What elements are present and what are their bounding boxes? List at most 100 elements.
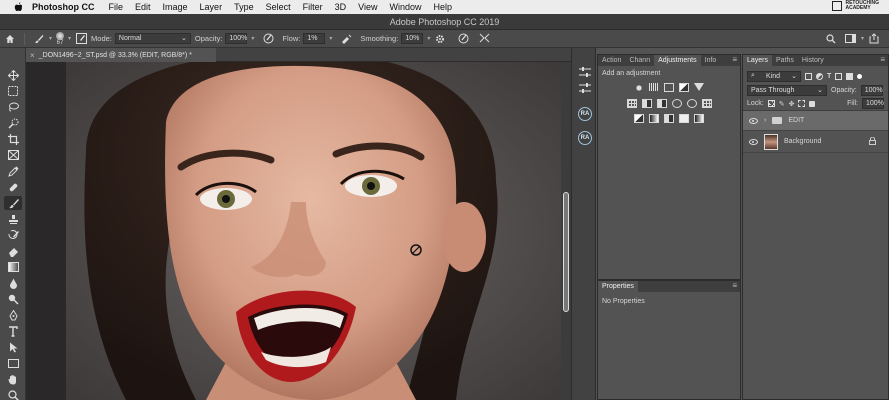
chevron-right-icon[interactable]: › xyxy=(764,117,766,124)
path-selection-tool-icon[interactable] xyxy=(4,340,22,354)
close-icon[interactable]: × xyxy=(30,51,35,60)
pen-tool-icon[interactable] xyxy=(4,308,22,322)
eyedropper-tool-icon[interactable] xyxy=(4,164,22,178)
rectangle-tool-icon[interactable] xyxy=(4,356,22,370)
marquee-tool-icon[interactable] xyxy=(4,84,22,98)
tab-layers[interactable]: Layers xyxy=(743,55,773,66)
airbrush-icon[interactable] xyxy=(339,32,353,46)
vibrance-icon[interactable] xyxy=(694,83,704,91)
lasso-tool-icon[interactable] xyxy=(4,100,22,114)
filter-type-icon[interactable]: T xyxy=(827,73,831,80)
chevron-down-icon[interactable]: ▾ xyxy=(49,35,52,42)
pressure-size-icon[interactable] xyxy=(456,32,470,46)
scrollbar-thumb[interactable] xyxy=(563,192,569,312)
menu-help[interactable]: Help xyxy=(433,2,452,12)
type-tool-icon[interactable] xyxy=(4,324,22,338)
move-tool-icon[interactable] xyxy=(4,68,22,82)
document-tab[interactable]: × _DON1496~2_ST.psd @ 33.3% (EDIT, RGB/8… xyxy=(26,48,216,62)
threshold-icon[interactable] xyxy=(664,114,674,123)
channel-mixer-icon[interactable] xyxy=(686,99,697,108)
portrait-photo[interactable] xyxy=(26,62,571,400)
canvas-area[interactable] xyxy=(26,62,571,400)
layer-row[interactable]: › EDIT xyxy=(743,111,888,131)
panel-menu-icon[interactable]: ≡ xyxy=(880,56,885,64)
filter-toggle-icon[interactable] xyxy=(857,73,863,79)
lock-artboard-icon[interactable] xyxy=(798,100,806,107)
blur-tool-icon[interactable] xyxy=(4,276,22,290)
curves-icon[interactable] xyxy=(664,83,674,92)
posterize-icon[interactable] xyxy=(649,114,659,123)
lock-pixels-icon[interactable]: ✎ xyxy=(779,100,785,108)
chevron-down-icon[interactable]: ▾ xyxy=(861,35,864,42)
menu-layer[interactable]: Layer xyxy=(200,2,223,12)
pressure-opacity-icon[interactable] xyxy=(261,32,275,46)
menu-type[interactable]: Type xyxy=(234,2,254,12)
brush-size-picker[interactable]: 67 xyxy=(56,31,65,46)
filter-shape-icon[interactable] xyxy=(835,72,843,80)
hue-saturation-icon[interactable] xyxy=(626,99,637,108)
workspace-icon[interactable] xyxy=(844,32,858,46)
symmetry-icon[interactable] xyxy=(477,32,491,46)
menu-view[interactable]: View xyxy=(358,2,377,12)
color-lookup-icon[interactable] xyxy=(701,99,712,108)
filter-pixel-icon[interactable] xyxy=(805,72,812,80)
eye-icon[interactable] xyxy=(749,138,758,145)
tab-paths[interactable]: Paths xyxy=(772,55,798,66)
canvas-vertical-scrollbar[interactable] xyxy=(561,62,571,400)
home-icon[interactable] xyxy=(3,32,17,46)
apple-icon[interactable] xyxy=(12,1,24,13)
adjustments-dock-icon[interactable] xyxy=(577,64,593,80)
layer-opacity-input[interactable]: 100% xyxy=(860,84,883,96)
tab-channels[interactable]: Chann xyxy=(625,55,654,66)
tab-properties[interactable]: Properties xyxy=(598,281,638,292)
search-icon[interactable] xyxy=(824,32,838,46)
quick-selection-tool-icon[interactable] xyxy=(4,116,22,130)
panel-menu-icon[interactable]: ≡ xyxy=(732,56,737,64)
chevron-down-icon[interactable]: ▾ xyxy=(68,35,71,42)
fill-input[interactable]: 100% xyxy=(862,98,884,109)
hand-tool-icon[interactable] xyxy=(4,372,22,386)
selective-color-icon[interactable] xyxy=(679,114,689,123)
menu-file[interactable]: File xyxy=(109,2,124,12)
color-balance-icon[interactable] xyxy=(641,99,652,108)
eraser-tool-icon[interactable] xyxy=(4,244,22,258)
filter-adjustment-icon[interactable] xyxy=(816,72,823,80)
filter-smart-object-icon[interactable] xyxy=(846,72,854,80)
ra-plugin-icon-2[interactable]: RA xyxy=(577,130,593,146)
history-brush-tool-icon[interactable] xyxy=(4,228,22,242)
lock-position-icon[interactable]: ✥ xyxy=(789,100,795,108)
healing-brush-tool-icon[interactable] xyxy=(4,180,22,194)
gear-icon[interactable] xyxy=(433,32,447,46)
brush-tool-icon[interactable] xyxy=(4,196,22,210)
menu-select[interactable]: Select xyxy=(266,2,291,12)
app-menu[interactable]: Photoshop CC xyxy=(32,2,95,12)
blend-mode-select[interactable]: Pass Through ⌄ xyxy=(747,84,827,96)
panel-menu-icon[interactable]: ≡ xyxy=(732,282,737,290)
mode-select[interactable]: Normal ⌄ xyxy=(114,33,191,44)
photo-filter-icon[interactable] xyxy=(671,99,682,108)
layer-filter-select[interactable]: ⌕ Kind ⌄ xyxy=(747,70,801,82)
layer-row[interactable]: Background xyxy=(743,131,888,153)
menu-filter[interactable]: Filter xyxy=(303,2,323,12)
tab-actions[interactable]: Action xyxy=(598,55,625,66)
tab-info[interactable]: Info xyxy=(701,55,721,66)
brightness-contrast-icon[interactable] xyxy=(634,83,644,93)
opacity-input[interactable]: 100% xyxy=(225,33,248,44)
zoom-tool-icon[interactable] xyxy=(4,388,22,400)
clone-stamp-tool-icon[interactable] xyxy=(4,212,22,226)
menu-3d[interactable]: 3D xyxy=(335,2,347,12)
brush-preset-icon[interactable] xyxy=(32,32,46,46)
chevron-down-icon[interactable]: ▾ xyxy=(251,35,254,42)
exposure-icon[interactable] xyxy=(679,83,689,92)
channels-dock-icon[interactable] xyxy=(577,80,593,96)
chevron-down-icon[interactable]: ▾ xyxy=(329,35,332,42)
frame-tool-icon[interactable] xyxy=(4,148,22,162)
brush-settings-panel-icon[interactable] xyxy=(74,32,88,46)
lock-transparency-icon[interactable] xyxy=(767,100,775,107)
eye-icon[interactable] xyxy=(749,117,758,124)
crop-tool-icon[interactable] xyxy=(4,132,22,146)
dodge-tool-icon[interactable] xyxy=(4,292,22,306)
tab-adjustments[interactable]: Adjustments xyxy=(654,55,701,66)
menu-window[interactable]: Window xyxy=(389,2,421,12)
share-icon[interactable] xyxy=(867,32,881,46)
